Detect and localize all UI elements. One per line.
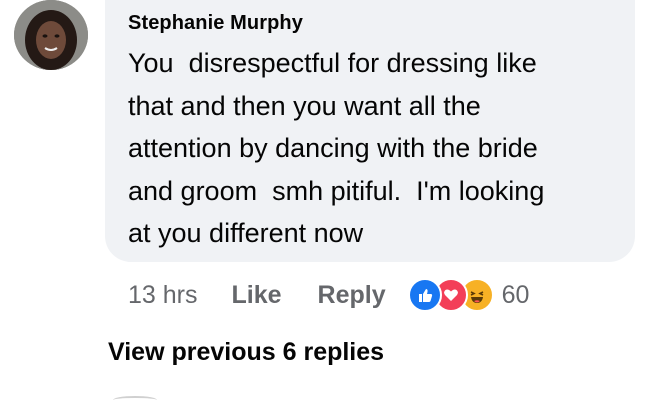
comment-text: You disrespectful for dressing like that… — [128, 48, 545, 248]
view-previous-replies-link[interactable]: View previous 6 replies — [108, 338, 384, 367]
avatar-photo — [14, 0, 88, 70]
next-reply-avatar — [113, 396, 157, 400]
reactions-summary[interactable]: 60 — [407, 278, 530, 312]
like-button[interactable]: Like — [231, 281, 281, 310]
like-icon — [407, 278, 442, 312]
comment-thread: Stephanie Murphy You disrespectful for d… — [0, 0, 660, 400]
comment-actions-bar: 13 hrs Like Reply 60 — [128, 277, 529, 313]
reply-button[interactable]: Reply — [318, 281, 386, 310]
comment-timestamp[interactable]: 13 hrs — [128, 281, 197, 310]
avatar[interactable] — [14, 0, 88, 70]
comment-author-name[interactable]: Stephanie Murphy — [128, 12, 303, 35]
reaction-count: 60 — [501, 280, 530, 309]
